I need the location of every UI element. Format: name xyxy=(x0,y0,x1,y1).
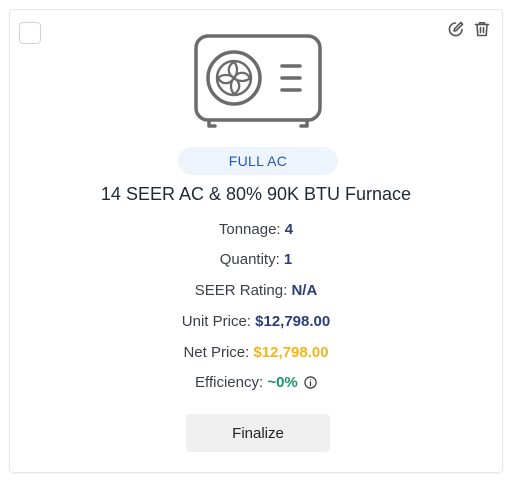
tonnage-label: Tonnage: xyxy=(218,221,281,238)
net-price-value: $12,798.00 xyxy=(253,344,329,361)
tonnage-row: Tonnage: 4 xyxy=(10,221,502,238)
quantity-label: Quantity: xyxy=(219,251,280,268)
unit-price-value: $12,798.00 xyxy=(255,313,331,330)
category-badge: FULL AC xyxy=(178,147,338,175)
product-title: 14 SEER AC & 80% 90K BTU Furnace xyxy=(100,184,412,204)
unit-price-label: Unit Price: xyxy=(181,313,251,330)
unit-price-row: Unit Price: $12,798.00 xyxy=(10,313,502,330)
ac-condenser-unit-icon xyxy=(194,34,322,128)
quantity-value: 1 xyxy=(283,251,293,268)
efficiency-value: ~0% xyxy=(267,374,298,391)
card-actions xyxy=(446,19,492,39)
product-card: FULL AC 14 SEER AC & 80% 90K BTU Furnace… xyxy=(9,9,503,473)
trash-icon[interactable] xyxy=(472,19,492,39)
net-price-label: Net Price: xyxy=(183,344,250,361)
net-price-row: Net Price: $12,798.00 xyxy=(10,344,502,361)
seer-rating-value: N/A xyxy=(291,282,318,299)
select-checkbox[interactable] xyxy=(19,22,41,44)
seer-rating-label: SEER Rating: xyxy=(194,282,288,299)
info-icon[interactable] xyxy=(304,376,317,393)
finalize-button[interactable]: Finalize xyxy=(186,414,330,452)
tonnage-value: 4 xyxy=(284,221,294,238)
seer-rating-row: SEER Rating: N/A xyxy=(10,282,502,299)
edit-icon[interactable] xyxy=(446,19,466,39)
quantity-row: Quantity: 1 xyxy=(10,251,502,268)
efficiency-label: Efficiency: xyxy=(195,374,264,391)
efficiency-row: Efficiency: ~0% xyxy=(10,374,502,393)
